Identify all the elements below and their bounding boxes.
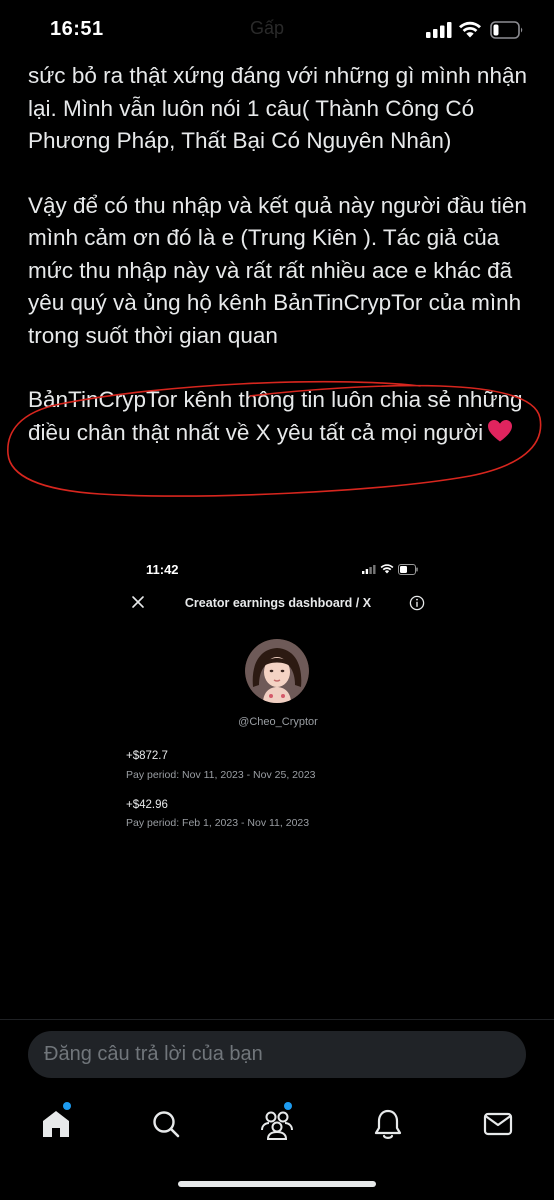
embed-user-handle: @Cheo_Cryptor [238, 716, 318, 728]
mail-icon [483, 1112, 513, 1136]
status-bar: 16:51 Gấp [0, 0, 554, 62]
embed-status-time: 11:42 [146, 562, 179, 577]
home-icon [43, 1111, 69, 1137]
home-indicator[interactable] [178, 1181, 376, 1187]
communities-icon [261, 1111, 293, 1140]
tab-home[interactable] [36, 1102, 76, 1144]
background-app-title: Gấp [250, 18, 285, 38]
wifi-icon [459, 21, 481, 38]
earning-pay-period: Pay period: Nov 11, 2023 - Nov 25, 2023 [126, 769, 316, 781]
tab-communities[interactable] [257, 1102, 297, 1144]
home-badge-dot [63, 1102, 71, 1110]
embed-wifi-icon [380, 564, 394, 574]
tab-notifications[interactable] [368, 1104, 408, 1144]
reply-input[interactable] [28, 1031, 526, 1078]
post-paragraph: Vậy để có thu nhập và kết quả này người … [28, 192, 527, 348]
avatar [245, 639, 309, 703]
post-paragraph-highlighted: BảnTinCrypTor kênh thông tin luôn chia s… [28, 384, 534, 449]
tab-messages[interactable] [478, 1104, 518, 1144]
status-time: 16:51 [50, 18, 104, 40]
battery-icon [490, 21, 523, 39]
communities-badge-dot [284, 1102, 292, 1110]
tab-search[interactable] [146, 1104, 186, 1144]
earning-amount: +$42.96 [126, 799, 168, 811]
bell-icon [374, 1109, 402, 1139]
reply-divider [0, 1019, 554, 1020]
post-body: sức bỏ ra thật xứng đáng với những gì mì… [28, 60, 534, 449]
post-paragraph: sức bỏ ra thật xứng đáng với những gì mì… [28, 63, 527, 153]
embed-signal-icon [362, 565, 376, 574]
earning-pay-period: Pay period: Feb 1, 2023 - Nov 11, 2023 [126, 817, 310, 829]
earning-amount: +$872.7 [126, 750, 168, 762]
search-icon [153, 1111, 180, 1138]
info-icon[interactable] [409, 595, 425, 611]
post-paragraph-text: BảnTinCrypTor kênh thông tin luôn chia s… [28, 387, 523, 445]
embed-battery-icon [398, 564, 418, 575]
avatar-portrait-icon [245, 639, 309, 703]
embed-page-title: Creator earnings dashboard / X [184, 596, 372, 610]
embedded-screenshot: 11:42 Creator earnings dashboard / X @Ch… [118, 548, 438, 848]
red-heart-icon [488, 419, 513, 441]
cellular-signal-icon [426, 22, 452, 38]
